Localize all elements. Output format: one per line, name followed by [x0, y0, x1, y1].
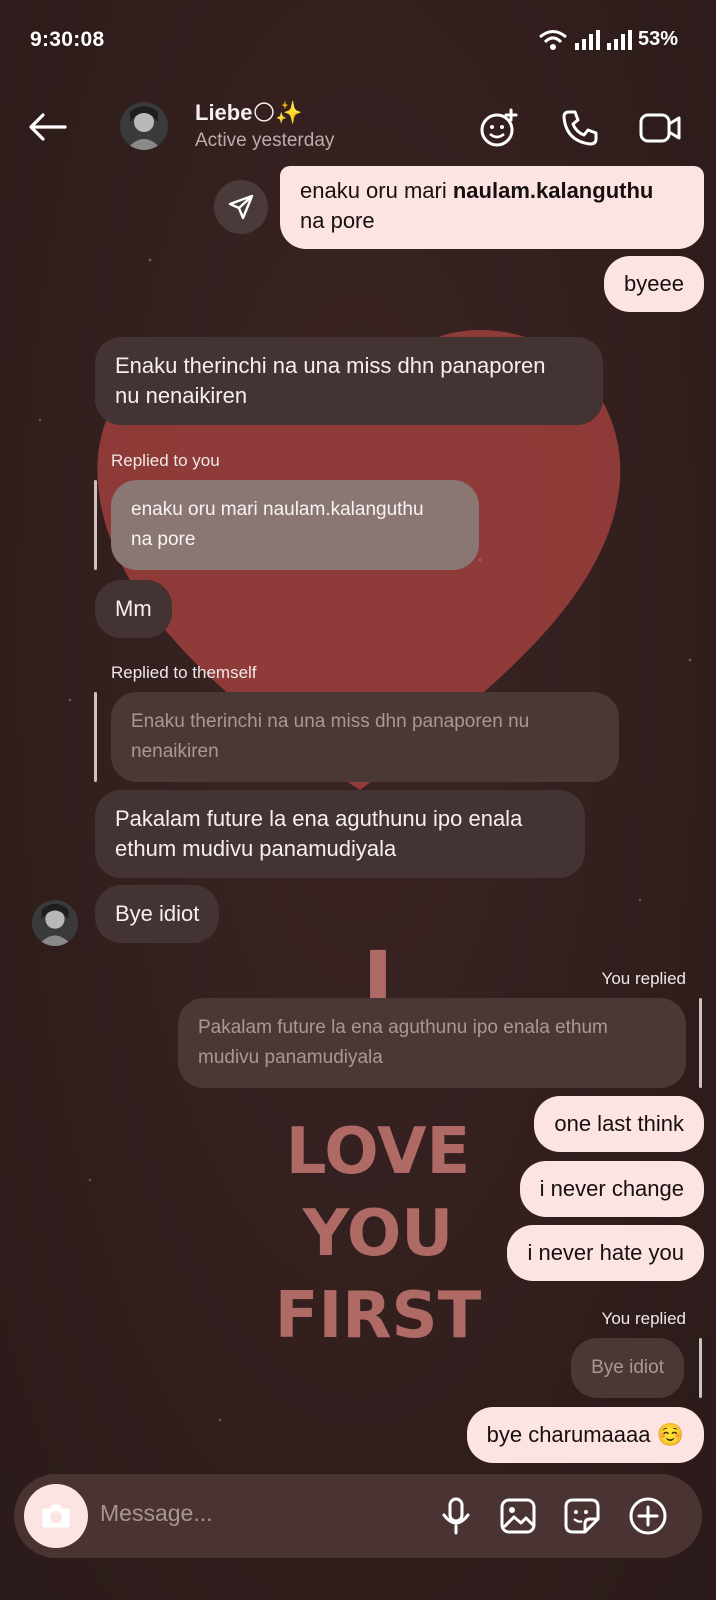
quote-bar	[699, 1338, 702, 1398]
chat-header: Liebe🌕✨ Active yesterday	[0, 84, 716, 174]
camera-icon	[42, 1504, 70, 1528]
microphone-icon	[442, 1497, 470, 1535]
more-options-button[interactable]	[624, 1492, 672, 1540]
paper-plane-icon	[228, 194, 254, 220]
video-call-button[interactable]	[636, 104, 684, 152]
outgoing-message[interactable]: byeee	[604, 256, 704, 312]
sticker-face-icon	[480, 108, 518, 147]
plus-circle-icon	[629, 1497, 667, 1535]
outgoing-message[interactable]: bye charumaaaa ☺️	[466, 1407, 704, 1463]
quote-bar	[94, 480, 97, 570]
reply-label: You replied	[601, 969, 686, 988]
back-button[interactable]	[22, 102, 72, 152]
contact-presence: Active yesterday	[195, 130, 335, 151]
chat-screen: I LOVE YOU FIRST 9:30:08 53% Liebe🌕✨ Act…	[0, 0, 716, 1600]
message-composer: Message...	[14, 1474, 702, 1558]
incoming-message[interactable]: Bye idiot	[95, 885, 220, 943]
camera-button[interactable]	[24, 1484, 88, 1548]
status-bar: 9:30:08 53%	[0, 0, 716, 84]
outgoing-message[interactable]: one last think	[534, 1096, 704, 1152]
sticker-button[interactable]	[558, 1492, 606, 1540]
outgoing-message[interactable]: i never change	[519, 1161, 704, 1217]
quoted-message[interactable]: enaku oru mari naulam.kalanguthu na pore	[111, 480, 479, 570]
signal-icon-1	[574, 29, 600, 51]
reply-label: You replied	[601, 1309, 686, 1328]
contact-info[interactable]: Liebe🌕✨ Active yesterday	[195, 100, 334, 152]
reply-label: Replied to themself	[111, 663, 257, 682]
quote-bar	[94, 692, 97, 782]
reply-label: Replied to you	[111, 451, 220, 470]
contact-avatar[interactable]	[120, 102, 168, 150]
voice-call-button[interactable]	[556, 104, 604, 152]
image-icon	[500, 1498, 536, 1534]
effects-button[interactable]	[476, 104, 524, 152]
status-icons: 53%	[538, 28, 678, 51]
wifi-icon	[538, 29, 568, 51]
voice-message-button[interactable]	[432, 1492, 480, 1540]
video-camera-icon	[639, 113, 681, 143]
outgoing-message[interactable]: enaku oru mari naulam.kalanguthu na pore	[280, 166, 704, 249]
gallery-button[interactable]	[494, 1492, 542, 1540]
forward-button[interactable]	[214, 180, 268, 234]
back-arrow-icon	[29, 113, 67, 141]
incoming-message[interactable]: Pakalam future la ena aguthunu ipo enala…	[95, 790, 585, 878]
message-input[interactable]: Message...	[100, 1500, 213, 1527]
quote-bar	[699, 998, 702, 1088]
incoming-message[interactable]: Mm	[95, 580, 172, 638]
quoted-message[interactable]: Enaku therinchi na una miss dhn panapore…	[111, 692, 619, 782]
battery-level: 53%	[637, 28, 678, 50]
quoted-message[interactable]: Bye idiot	[571, 1338, 684, 1398]
sticker-icon	[564, 1498, 600, 1534]
outgoing-message[interactable]: i never hate you	[507, 1225, 704, 1281]
incoming-message[interactable]: Enaku therinchi na una miss dhn panapore…	[95, 337, 603, 425]
quoted-message[interactable]: Pakalam future la ena aguthunu ipo enala…	[178, 998, 686, 1088]
contact-name: Liebe🌕✨	[195, 100, 303, 125]
phone-icon	[562, 110, 598, 146]
status-time: 9:30:08	[30, 28, 105, 51]
signal-icon-2	[606, 29, 632, 51]
sender-avatar[interactable]	[32, 900, 78, 946]
